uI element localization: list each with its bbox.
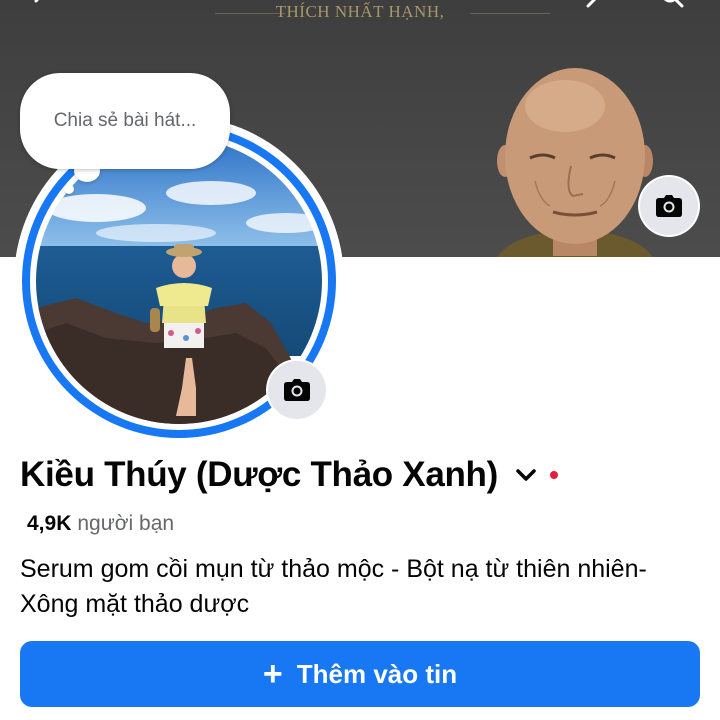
notification-dot: [550, 471, 558, 479]
profile-bio: Serum gom cồi mụn từ thảo mộc - Bột nạ t…: [20, 555, 647, 618]
camera-icon: [284, 379, 310, 401]
profile-name-row: Kiều Thúy (Dược Thảo Xanh): [20, 455, 558, 495]
edit-profile-picture-button[interactable]: [268, 361, 326, 419]
search-icon[interactable]: [660, 0, 686, 14]
friends-label: người bạn: [77, 512, 175, 535]
friends-count: 4,9K: [27, 512, 72, 535]
share-song-prompt: Chia sẻ bài hát...: [53, 110, 197, 131]
friends-count-link[interactable]: 4,9K người bạn: [27, 512, 174, 536]
cover-portrait-image: [497, 68, 653, 257]
share-song-note-bubble[interactable]: Chia sẻ bài hát...: [20, 73, 230, 169]
edit-cover-photo-button[interactable]: [640, 177, 698, 235]
camera-icon: [656, 195, 682, 217]
edit-pencil-icon[interactable]: [586, 0, 612, 14]
back-arrow-icon[interactable]: [28, 0, 54, 14]
profile-name: Kiều Thúy (Dược Thảo Xanh): [20, 455, 498, 494]
add-to-story-label: Thêm vào tin: [296, 658, 458, 689]
plus-icon: +: [262, 655, 283, 693]
cover-caption: THÍCH NHẤT HẠNH,: [275, 2, 445, 21]
chevron-down-icon[interactable]: [512, 461, 540, 489]
bubble-tail-small: [64, 184, 74, 194]
add-to-story-button[interactable]: + Thêm vào tin: [20, 641, 700, 707]
